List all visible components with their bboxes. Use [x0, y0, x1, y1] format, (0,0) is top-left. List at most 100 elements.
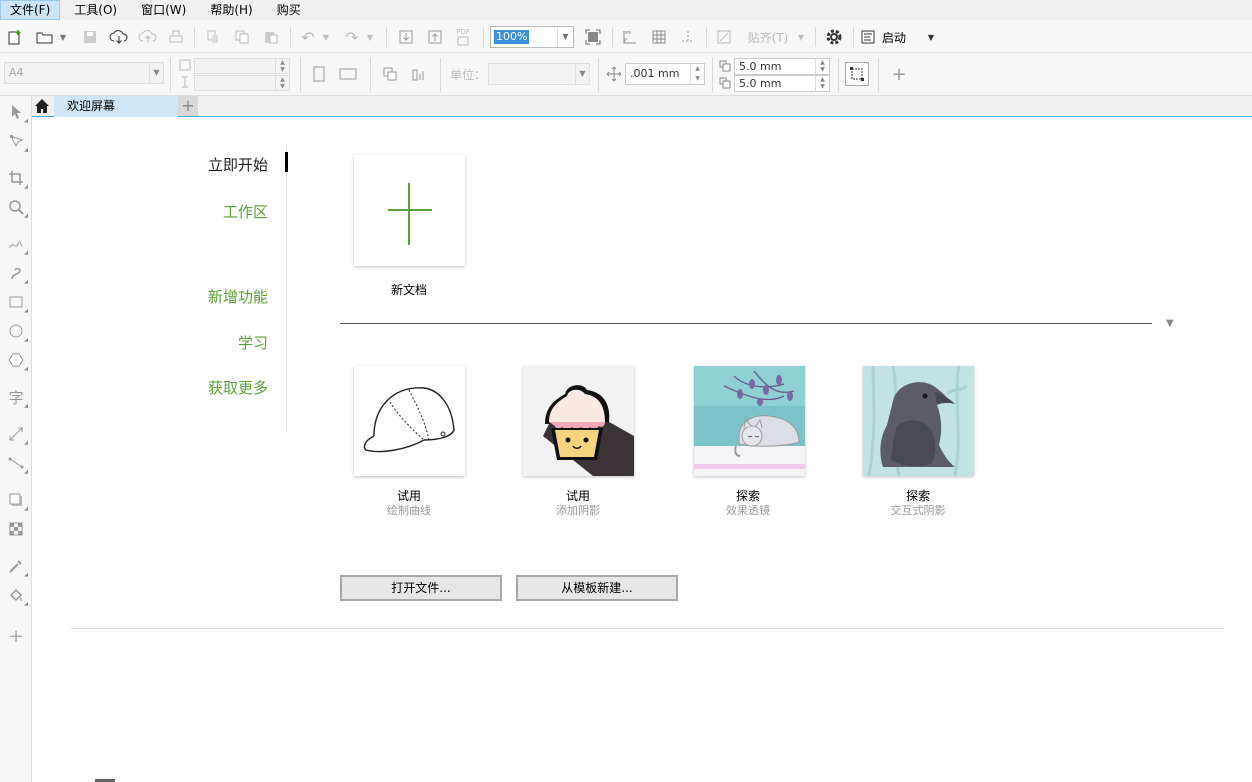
page-height-icon	[178, 75, 192, 89]
redo-dropdown-icon[interactable]: ▼	[364, 27, 376, 47]
zoom-tool-icon[interactable]: ◢	[6, 197, 28, 219]
redo-icon[interactable]: ↷	[342, 27, 362, 47]
page-size-select[interactable]: A4 ▼	[4, 62, 164, 84]
tab-welcome-screen[interactable]: 欢迎屏幕	[54, 96, 178, 117]
nav-get-started[interactable]: 立即开始	[208, 154, 268, 175]
artistic-media-icon[interactable]: ◢	[6, 263, 28, 285]
menu-window[interactable]: 窗口(W)	[131, 0, 196, 20]
eyedropper-tool-icon[interactable]: ◢	[6, 556, 28, 578]
raven-icon	[863, 366, 974, 476]
sample-card-draw-curves[interactable]	[354, 366, 465, 476]
open-dropdown-icon[interactable]: ▼	[57, 27, 69, 47]
nav-get-more[interactable]: 获取更多	[208, 377, 268, 398]
rectangle-tool-icon[interactable]: ◢	[6, 292, 28, 314]
plus-icon	[388, 183, 432, 245]
pdf-label: PDF	[456, 28, 470, 36]
nudge-distance-icon	[604, 64, 624, 84]
duplicate-x-value: 5.0 mm	[739, 60, 782, 73]
show-rulers-icon[interactable]	[620, 27, 640, 47]
polygon-tool-icon[interactable]: ◢	[6, 350, 28, 372]
new-document-label: 新文档	[390, 283, 427, 297]
page-size-dropdown-icon[interactable]: ▼	[149, 63, 163, 83]
menu-file[interactable]: 文件(F)	[0, 0, 61, 20]
transparency-tool-icon[interactable]	[6, 519, 26, 539]
export-icon[interactable]	[425, 27, 445, 47]
add-tool-icon[interactable]: +	[6, 626, 26, 647]
toolbox: ◢ ◢ ◢ ◢ ◢ ◢ ◢ ◢ ◢ 字 ◢ ◢ ◢ ◢ ◢ ◢ +	[0, 96, 32, 782]
export-pdf-icon[interactable]: PDF	[452, 26, 474, 48]
copy-icon[interactable]	[232, 27, 252, 47]
nav-learn[interactable]: 学习	[238, 332, 268, 353]
landscape-icon[interactable]	[338, 64, 358, 84]
launch-button[interactable]: 启动	[860, 26, 906, 48]
print-icon[interactable]	[166, 27, 186, 47]
nudge-distance-field[interactable]: .001 mm ▲ ▼	[625, 63, 705, 85]
units-label: 单位：	[449, 67, 486, 82]
interactive-fill-icon[interactable]: ◢	[6, 585, 28, 607]
undo-icon[interactable]: ↶	[298, 27, 318, 47]
duplicate-y-field[interactable]: 5.0 mm ▲ ▼	[734, 75, 830, 92]
collapse-arrow-icon[interactable]: ▼	[1166, 318, 1174, 329]
menu-tools[interactable]: 工具(O)	[64, 0, 127, 20]
menu-help[interactable]: 帮助(H)	[200, 0, 262, 20]
treat-as-filled-icon[interactable]	[845, 62, 869, 86]
home-icon[interactable]	[32, 96, 52, 116]
import-icon[interactable]	[396, 27, 416, 47]
shape-tool-icon[interactable]: ◢	[6, 131, 28, 153]
dimension-tool-icon[interactable]: ◢	[6, 424, 28, 446]
undo-dropdown-icon[interactable]: ▼	[320, 27, 332, 47]
new-document-card[interactable]	[354, 155, 465, 266]
show-grid-icon[interactable]	[649, 27, 669, 47]
duplicate-y-icon	[718, 75, 732, 91]
sample-card-add-shadow[interactable]	[523, 366, 634, 476]
new-document-icon[interactable]	[5, 27, 25, 47]
connector-tool-icon[interactable]: ◢	[6, 453, 28, 475]
sample-2-subtitle: 添加阴影	[556, 504, 600, 517]
cut-icon[interactable]	[203, 27, 223, 47]
page-height-field[interactable]: ▲ ▼	[194, 75, 290, 91]
paste-icon[interactable]	[261, 27, 281, 47]
cloud-download-icon[interactable]	[108, 27, 130, 47]
welcome-nav: 立即开始 工作区 新增功能 学习 获取更多	[170, 146, 288, 432]
nav-whats-new[interactable]: 新增功能	[208, 286, 268, 307]
crop-tool-icon[interactable]: ◢	[6, 168, 28, 190]
units-select[interactable]: ▼	[488, 63, 590, 85]
launch-dropdown-icon[interactable]: ▼	[924, 27, 938, 47]
drop-shadow-icon[interactable]: ◢	[6, 490, 28, 512]
new-from-template-button[interactable]: 从模板新建...	[516, 575, 678, 601]
show-guidelines-icon[interactable]	[678, 27, 698, 47]
ellipse-tool-icon[interactable]: ◢	[6, 321, 28, 343]
snap-to-icon[interactable]	[714, 27, 736, 47]
pick-tool-icon[interactable]: ◢	[6, 102, 28, 124]
all-pages-icon[interactable]	[380, 64, 400, 84]
sample-1-subtitle: 绘制曲线	[387, 504, 431, 517]
text-tool-icon[interactable]: 字 ◢	[6, 387, 28, 410]
menu-bar: 文件(F) 工具(O) 窗口(W) 帮助(H) 购买	[0, 0, 1252, 20]
duplicate-x-icon	[718, 58, 732, 74]
open-file-button[interactable]: 打开文件...	[340, 575, 502, 601]
save-icon[interactable]	[80, 27, 100, 47]
current-page-icon[interactable]	[409, 64, 429, 84]
menu-buy[interactable]: 购买	[267, 0, 311, 20]
sample-card-interactive-shadow[interactable]	[863, 366, 974, 476]
full-screen-icon[interactable]	[583, 27, 603, 47]
open-folder-icon[interactable]	[35, 27, 55, 47]
options-gear-icon[interactable]	[823, 26, 845, 48]
nav-workspace[interactable]: 工作区	[223, 201, 268, 222]
zoom-value: 100%	[494, 30, 530, 44]
zoom-dropdown-icon[interactable]: ▼	[557, 27, 573, 47]
add-tab-icon[interactable]: +	[178, 96, 198, 116]
snap-to-dropdown[interactable]: 贴齐(T)	[745, 27, 791, 47]
freehand-tool-icon[interactable]: ◢	[6, 234, 28, 256]
sleeping-cat-icon	[694, 366, 805, 476]
portrait-icon[interactable]	[309, 64, 329, 84]
add-property-icon[interactable]: +	[889, 64, 909, 85]
cloud-upload-icon[interactable]	[137, 27, 159, 47]
baseball-cap-icon	[354, 366, 465, 476]
page-width-icon	[178, 58, 192, 72]
page-width-field[interactable]: ▲ ▼	[194, 58, 290, 74]
duplicate-x-field[interactable]: 5.0 mm ▲ ▼	[734, 58, 830, 75]
zoom-level-combobox[interactable]: 100% ▼	[490, 26, 574, 48]
sample-card-lens-effect[interactable]	[694, 366, 805, 476]
snap-dropdown-icon[interactable]: ▼	[795, 27, 807, 47]
